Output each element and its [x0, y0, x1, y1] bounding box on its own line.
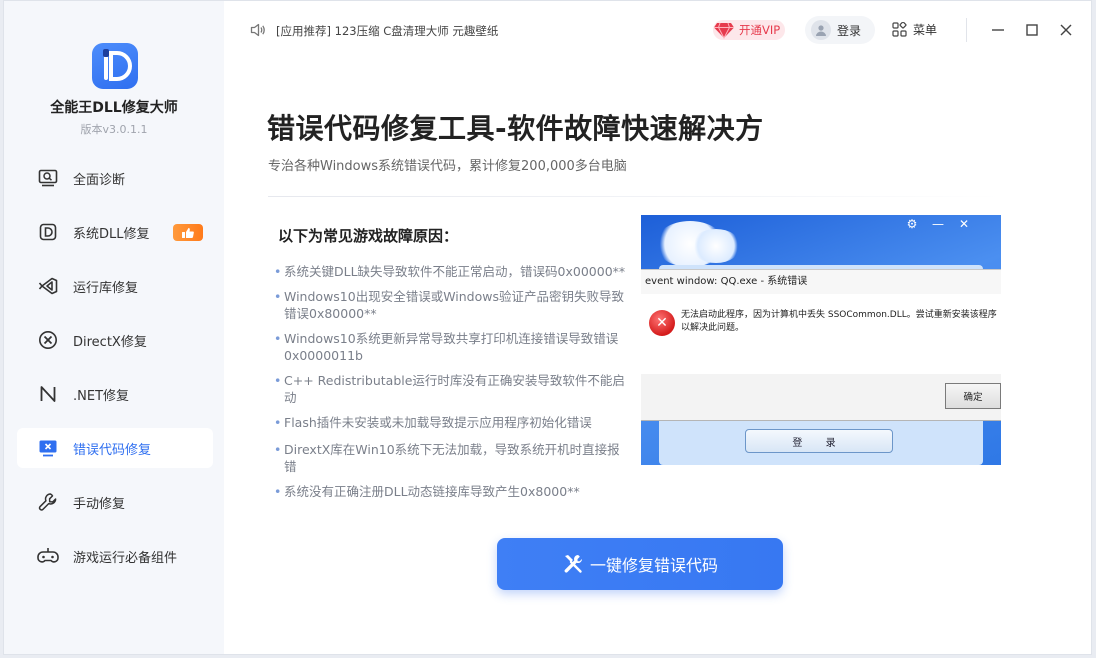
- login-button[interactable]: 登录: [805, 16, 875, 44]
- user-icon: [816, 25, 826, 36]
- sidebar-item-manual-repair[interactable]: 手动修复: [17, 482, 213, 522]
- dialog-ok-button: 确定: [945, 383, 1001, 409]
- diamond-icon: [714, 22, 734, 39]
- minimize-icon: —: [932, 217, 944, 231]
- visual-studio-icon: [37, 275, 59, 297]
- sidebar-item-system-dll[interactable]: 系统DLL修复: [17, 212, 213, 252]
- error-dialog: event window: QQ.exe - 系统错误 ✕ 无法启动此程序，因为…: [641, 269, 1001, 421]
- monitor-error-icon: [37, 437, 59, 459]
- app-recommend-notice[interactable]: [应用推荐] 123压缩 C盘清理大师 元趣壁纸: [276, 23, 498, 39]
- bullet: •: [274, 415, 282, 430]
- list-item: • 系统关键DLL缺失导致软件不能正常启动，错误码0x00000**: [274, 264, 626, 279]
- error-message: 无法启动此程序，因为计算机中丢失 SSOCommon.DLL。尝试重新安装该程序…: [681, 310, 997, 333]
- list-item: • Windows10系统更新异常导致共享打印机连接错误导致错误0x0000011…: [274, 331, 619, 363]
- close-icon: ✕: [958, 217, 970, 231]
- list-item: • C++ Redistributable运行时库没有正确安装导致软件不能启动: [274, 373, 625, 405]
- list-item: • DirextX库在Win10系统下无法加载，导致系统开机时直接报错: [274, 442, 620, 474]
- sidebar-item-label: 错误代码修复: [73, 442, 152, 458]
- list-item: • Flash插件未安装或未加载导致提示应用程序初始化错误: [274, 415, 592, 430]
- sidebar-item-label: .NET修复: [73, 388, 130, 404]
- sidebar-item-runtime[interactable]: 运行库修复: [17, 266, 213, 306]
- bullet: •: [274, 442, 282, 457]
- avatar: [811, 20, 831, 40]
- one-click-fix-button[interactable]: 一键修复错误代码: [497, 538, 783, 590]
- sidebar-item-label: 系统DLL修复: [73, 226, 150, 242]
- directx-icon: [37, 329, 59, 351]
- sidebar-item-full-diagnosis[interactable]: 全面诊断: [17, 158, 213, 198]
- wrench-icon: [37, 491, 59, 513]
- logo-icon: [103, 49, 132, 81]
- sidebar-item-label: 全面诊断: [73, 172, 126, 188]
- main-content: 错误代码修复工具-软件故障快速解决方 专治各种Windows系统错误代码，累计修…: [224, 59, 1091, 654]
- sidebar-item-label: 游戏运行必备组件: [73, 550, 178, 566]
- login-label: 登录: [837, 23, 862, 38]
- dotnet-icon: [37, 383, 59, 405]
- page-title: 错误代码修复工具-软件故障快速解决方: [267, 112, 764, 145]
- list-item: • 系统没有正确注册DLL动态链接库导致产生0x8000**: [274, 484, 580, 499]
- causes-list: • 系统关键DLL缺失导致软件不能正常启动，错误码0x00000** • Windo…: [274, 263, 630, 508]
- page-subtitle: 专治各种Windows系统错误代码，累计修复200,000多台电脑: [268, 159, 627, 174]
- section-divider: [268, 196, 1002, 197]
- sidebar: 全能王DLL修复大师 版本v3.0.1.1 全面诊断 系统DLL修复 运行库修复…: [4, 1, 224, 654]
- vip-label: 开通VIP: [739, 23, 781, 37]
- thumbs-up-icon: [182, 227, 194, 238]
- tools-icon: [564, 555, 582, 573]
- error-icon: ✕: [649, 310, 675, 336]
- qq-login-button: 登 录: [745, 429, 893, 453]
- toolbar-divider: [966, 18, 967, 42]
- bullet: •: [274, 373, 282, 388]
- app-window: 全能王DLL修复大师 版本v3.0.1.1 全面诊断 系统DLL修复 运行库修复…: [3, 0, 1092, 655]
- monitor-search-icon: [37, 167, 59, 189]
- open-vip-button[interactable]: 开通VIP: [713, 20, 785, 40]
- speaker-icon: [250, 22, 266, 41]
- app-name: 全能王DLL修复大师: [50, 100, 178, 116]
- bullet: •: [274, 331, 282, 346]
- maximize-button[interactable]: [1022, 20, 1042, 40]
- error-example-image: ⚙ — ✕ event window: QQ.exe - 系统错误 ✕ 无法启动…: [641, 215, 1001, 465]
- list-item: • Windows10出现安全错误或Windows验证产品密钥失败导致错误0x80…: [274, 289, 625, 321]
- maximize-icon: [1026, 24, 1038, 36]
- causes-heading: 以下为常见游戏故障原因：: [278, 227, 459, 245]
- grid-menu-icon: [892, 22, 907, 37]
- menu-label: 菜单: [913, 23, 938, 37]
- sidebar-nav: 全面诊断 系统DLL修复 运行库修复 DirectX修复 .NET修复 错误代码…: [17, 158, 213, 590]
- menu-button[interactable]: 菜单: [892, 21, 937, 38]
- minimize-icon: [992, 29, 1004, 31]
- bullet: •: [274, 289, 282, 304]
- app-version: 版本v3.0.1.1: [80, 123, 148, 136]
- top-bar: [应用推荐] 123压缩 C盘清理大师 元趣壁纸 开通VIP 登录 菜单: [224, 1, 1091, 59]
- gamepad-icon: [37, 545, 59, 567]
- settings-icon: ⚙: [906, 217, 918, 231]
- sidebar-item-directx[interactable]: DirectX修复: [17, 320, 213, 360]
- sidebar-item-dotnet[interactable]: .NET修复: [17, 374, 213, 414]
- recommend-badge: [173, 224, 203, 241]
- minimize-button[interactable]: [988, 20, 1008, 40]
- bullet: •: [274, 484, 282, 499]
- fix-button-label: 一键修复错误代码: [589, 556, 718, 575]
- close-icon: [1060, 24, 1072, 36]
- bullet: •: [274, 264, 282, 279]
- dll-file-icon: [37, 221, 59, 243]
- sidebar-item-label: 运行库修复: [73, 280, 139, 296]
- close-button[interactable]: [1056, 20, 1076, 40]
- cloud-shape: [691, 229, 741, 263]
- dialog-title: event window: QQ.exe - 系统错误: [641, 270, 1001, 294]
- dialog-body: ✕ 无法启动此程序，因为计算机中丢失 SSOCommon.DLL。尝试重新安装该…: [641, 294, 1001, 374]
- sidebar-item-label: DirectX修复: [73, 334, 147, 350]
- sidebar-item-game-components[interactable]: 游戏运行必备组件: [17, 536, 213, 576]
- app-logo: [92, 43, 138, 89]
- sidebar-item-error-code[interactable]: 错误代码修复: [17, 428, 213, 468]
- sidebar-item-label: 手动修复: [73, 496, 126, 512]
